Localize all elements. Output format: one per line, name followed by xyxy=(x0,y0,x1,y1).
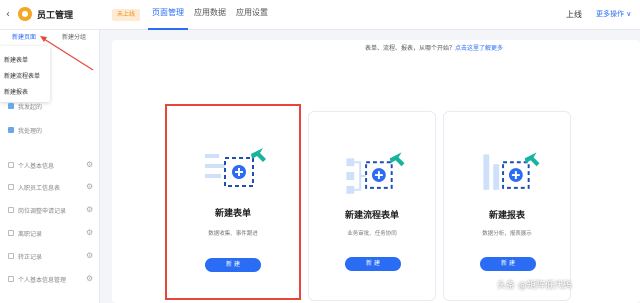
card-title: 新建流程表单 xyxy=(344,211,399,221)
new-report-button[interactable]: 新 建 xyxy=(480,257,536,271)
sidebar-item-label: 转正记录 xyxy=(18,254,43,261)
sidebar-item-label: 我处理的 xyxy=(18,128,43,135)
tab-app-settings[interactable]: 应用设置 xyxy=(232,0,272,30)
hint-text: 表单、流程、报表，从哪个开始？ xyxy=(365,45,456,52)
form-icon xyxy=(8,207,14,213)
publish-button[interactable]: 上线 xyxy=(566,9,582,20)
sidebar-item-label: 离职记录 xyxy=(18,231,43,238)
form-icon xyxy=(8,162,14,168)
new-group-button[interactable]: 新建分组 xyxy=(62,32,86,41)
sidebar: 新建页面 新建分组 新建表单 新建流程表单 新建报表 我发起的 我处理的 个人基… xyxy=(0,30,100,303)
top-bar: ‹ ● 员工管理 未上线 页面管理 应用数据 应用设置 上线 更多操作 ∨ xyxy=(0,0,640,30)
new-page-dropdown: 新建表单 新建流程表单 新建报表 xyxy=(0,46,50,102)
sidebar-item-onboarding[interactable]: 入职员工信息表 ⚙ xyxy=(6,182,98,194)
status-badge: 未上线 xyxy=(112,9,141,21)
form-plus-icon xyxy=(205,148,266,187)
folder-icon xyxy=(8,127,14,133)
card-title: 新建报表 xyxy=(488,211,525,221)
new-flow-form-button[interactable]: 新 建 xyxy=(345,257,401,271)
form-icon xyxy=(8,253,14,259)
form-icon xyxy=(8,276,14,282)
new-form-button[interactable]: 新 建 xyxy=(205,258,261,272)
watermark: 头条 @矩阵低代码 xyxy=(497,281,572,291)
card-desc: 业务审批、任务协同 xyxy=(347,231,397,237)
dropdown-item-new-form[interactable]: 新建表单 xyxy=(4,55,28,64)
sidebar-item-handled[interactable]: 我处理的 xyxy=(6,125,98,137)
gear-icon[interactable]: ⚙ xyxy=(86,182,93,191)
flow-plus-icon xyxy=(346,152,405,194)
card-new-form[interactable]: 新建表单 数据收集、事件跟进 新 建 xyxy=(165,104,301,300)
sidebar-item-label: 我发起的 xyxy=(18,104,43,111)
tab-page-management[interactable]: 页面管理 xyxy=(148,0,188,30)
card-title: 新建表单 xyxy=(214,209,251,219)
sidebar-item-personal-info-mgmt[interactable]: 个人基本信息管理 ⚙ xyxy=(6,274,98,286)
gear-icon[interactable]: ⚙ xyxy=(86,274,93,283)
dropdown-item-new-report[interactable]: 新建报表 xyxy=(4,87,28,96)
more-actions-button[interactable]: 更多操作 ∨ xyxy=(596,9,631,19)
tab-app-data[interactable]: 应用数据 xyxy=(190,0,230,30)
form-icon xyxy=(8,230,14,236)
sidebar-item-personal-info[interactable]: 个人基本信息 ⚙ xyxy=(6,160,98,172)
sidebar-item-label: 个人基本信息 xyxy=(18,163,55,170)
app-logo-icon: ● xyxy=(18,7,32,21)
top-tabs: 页面管理 应用数据 应用设置 xyxy=(148,0,274,30)
sidebar-item-position-change[interactable]: 岗位调整申请记录 ⚙ xyxy=(6,205,98,217)
gear-icon[interactable]: ⚙ xyxy=(86,228,93,237)
sidebar-item-resignation[interactable]: 离职记录 ⚙ xyxy=(6,228,98,240)
card-new-report[interactable]: 新建报表 数据分析，报表展示 新 建 xyxy=(443,111,571,301)
sidebar-item-label: 入职员工信息表 xyxy=(18,185,61,192)
card-desc: 数据分析，报表展示 xyxy=(482,231,532,237)
sidebar-item-initiated[interactable]: 我发起的 xyxy=(6,101,98,113)
gear-icon[interactable]: ⚙ xyxy=(86,205,93,214)
gear-icon[interactable]: ⚙ xyxy=(86,251,93,260)
card-new-flow-form[interactable]: 新建流程表单 业务审批、任务协同 新 建 xyxy=(308,111,436,301)
dropdown-item-new-flow-form[interactable]: 新建流程表单 xyxy=(4,71,40,80)
gear-icon[interactable]: ⚙ xyxy=(86,160,93,169)
folder-icon xyxy=(8,103,14,109)
back-chevron-icon[interactable]: ‹ xyxy=(6,9,10,20)
sidebar-item-regularization[interactable]: 转正记录 ⚙ xyxy=(6,251,98,263)
sidebar-item-label: 个人基本信息管理 xyxy=(18,277,67,284)
create-hint: 表单、流程、报表，从哪个开始？点击这里了解更多 xyxy=(365,43,503,52)
learn-more-link[interactable]: 点击这里了解更多 xyxy=(455,45,503,52)
sidebar-tabs: 新建页面 新建分组 xyxy=(0,30,100,44)
app-title: 员工管理 xyxy=(37,11,74,21)
new-page-button[interactable]: 新建页面 xyxy=(12,32,36,41)
form-icon xyxy=(8,184,14,190)
card-desc: 数据收集、事件跟进 xyxy=(208,231,258,237)
sidebar-item-label: 岗位调整申请记录 xyxy=(18,208,67,215)
chart-plus-icon xyxy=(483,152,540,190)
